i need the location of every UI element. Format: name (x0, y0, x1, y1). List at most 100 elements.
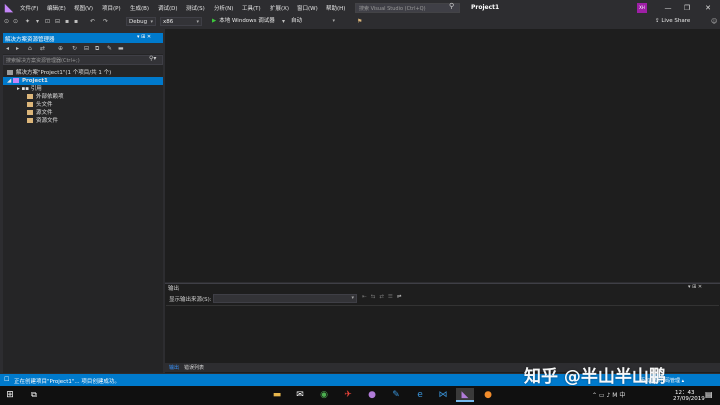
close-button[interactable]: ✕ (701, 3, 715, 13)
solution-platform-value: x86 (163, 19, 174, 25)
menu-debug[interactable]: 调试(D) (158, 4, 178, 12)
source-files-label: 源文件 (36, 110, 53, 116)
go-next-icon[interactable]: ⇄ (379, 294, 388, 300)
solution-configuration-select[interactable]: Debug ▾ (126, 17, 156, 26)
solution-icon (7, 70, 13, 75)
word-wrap-icon[interactable]: ⇌ (397, 294, 406, 300)
file-explorer-icon[interactable]: ▬ (270, 388, 284, 402)
flag-icon[interactable]: ⚑ (357, 17, 362, 27)
open-file-icon[interactable]: ⊟ (55, 17, 60, 27)
back-icon[interactable]: ◂ (6, 44, 9, 54)
menu-view[interactable]: 视图(V) (74, 4, 93, 12)
tab-output[interactable]: 输出 (169, 364, 179, 371)
panel-window-buttons[interactable]: ▾ ⊞ ✕ (137, 34, 151, 40)
tree-item-resource-files[interactable]: 资源文件 (27, 117, 58, 125)
references-label: 引用 (30, 86, 42, 92)
firefox-icon[interactable]: ● (481, 388, 495, 402)
chevron-down-icon[interactable]: ▾ (282, 17, 285, 27)
tab-error-list[interactable]: 错误列表 (184, 364, 204, 371)
project-icon (12, 78, 19, 83)
switch-views-icon[interactable]: ⇄ (40, 44, 45, 54)
undo-icon[interactable]: ↶ (90, 17, 95, 27)
clock-date[interactable]: 27/09/2019 (673, 396, 705, 402)
output-source-label: 显示输出来源(S): (169, 297, 212, 303)
chevron-down-icon: ▾ (332, 18, 335, 24)
editor-area[interactable] (165, 29, 720, 282)
chrome-icon[interactable]: ◉ (317, 388, 331, 402)
tree-item-solution[interactable]: 解决方案"Project1"(1 个项目/共 1 个) (7, 69, 111, 77)
back-icon[interactable]: ⊙ (4, 17, 9, 27)
solution-configuration-value: Debug (129, 19, 148, 25)
task-view-icon[interactable]: ⧉ (27, 388, 41, 402)
folder-icon (27, 102, 33, 107)
search-icon[interactable]: ⚲▾ (149, 55, 156, 62)
output-content[interactable] (166, 305, 719, 363)
maximize-button[interactable]: ❐ (680, 3, 694, 13)
tree-item-source-files[interactable]: 源文件 (27, 109, 53, 117)
tree-item-external-dependencies[interactable]: 外部依赖项 (27, 93, 64, 101)
vscode-icon[interactable]: ⋈ (436, 388, 450, 402)
edge-icon[interactable]: e (413, 388, 427, 402)
clear-all-icon[interactable]: ☰ (388, 294, 397, 300)
github-icon[interactable]: ● (365, 388, 379, 402)
menu-tools[interactable]: 工具(T) (242, 4, 261, 12)
solution-platform-select[interactable]: x86 ▾ (160, 17, 202, 26)
search-icon[interactable]: ⚲ (449, 2, 454, 10)
sync-icon[interactable]: ↻ (72, 44, 77, 54)
home-icon[interactable]: ⌂ (28, 44, 32, 54)
run-mode-select[interactable]: 自动 ▾ (289, 17, 337, 26)
tree-item-project[interactable]: ◢ Project1 (3, 77, 163, 85)
save-all-icon[interactable]: ▪ (74, 17, 78, 27)
watermark: 知乎 @半山半山鹏 (524, 367, 666, 387)
visual-studio-logo-icon: ◣ (4, 1, 14, 14)
new-item-icon[interactable]: ✦ (25, 17, 30, 27)
visual-studio-icon[interactable]: ◣ (456, 388, 474, 402)
live-share-label: Live Share (661, 18, 691, 24)
new-project-icon[interactable]: ⊡ (45, 17, 50, 27)
menu-edit[interactable]: 编辑(E) (47, 4, 66, 12)
panel-window-buttons[interactable]: ▾ ⊞ ✕ (688, 284, 702, 290)
pending-changes-icon[interactable]: ⊕ (58, 44, 63, 54)
start-debugging-button[interactable]: ▶ 本地 Windows 调试器 (212, 17, 275, 26)
redo-icon[interactable]: ↷ (103, 17, 108, 27)
menu-test[interactable]: 测试(S) (186, 4, 205, 12)
save-icon[interactable]: ▪ (65, 17, 69, 27)
folder-icon (27, 118, 33, 123)
play-icon: ▶ (212, 18, 217, 24)
find-message-icon[interactable]: ⇤ (362, 294, 371, 300)
avatar[interactable]: XH (637, 3, 647, 13)
live-share-button[interactable]: ⇪ Live Share (655, 17, 690, 26)
system-tray[interactable]: ⌃ ▭ ♪ M 中 (592, 390, 625, 399)
menu-window[interactable]: 窗口(W) (297, 4, 318, 12)
chevron-down-icon: ▾ (150, 19, 153, 25)
minimize-button[interactable]: — (661, 3, 675, 13)
collapse-all-icon[interactable]: ⊟ (84, 44, 89, 54)
forward-icon[interactable]: ⊙ (13, 17, 18, 27)
feedback-icon[interactable]: ☺ (711, 17, 717, 27)
pin-app-icon[interactable]: ✎ (389, 388, 403, 402)
menu-project[interactable]: 项目(P) (102, 4, 121, 12)
app-icon[interactable]: ✈ (341, 388, 355, 402)
menu-extensions[interactable]: 扩展(X) (270, 4, 289, 12)
mail-icon[interactable]: ✉ (293, 388, 307, 402)
menu-help[interactable]: 帮助(H) (326, 4, 345, 12)
dropdown-icon[interactable]: ▾ (36, 17, 39, 27)
output-source-select[interactable]: ▾ (213, 294, 357, 303)
go-prev-icon[interactable]: ⇆ (371, 294, 380, 300)
solution-search-input[interactable]: 搜索解决方案资源管理器(Ctrl+;) (3, 55, 163, 65)
forward-icon[interactable]: ▸ (16, 44, 19, 54)
resource-files-label: 资源文件 (36, 118, 59, 124)
tree-item-header-files[interactable]: 头文件 (27, 101, 53, 109)
start-menu-icon[interactable]: ⊞ (3, 388, 17, 402)
clock-time[interactable]: 12：43 (675, 388, 695, 396)
tree-item-references[interactable]: ▸ ▪▪ 引用 (17, 85, 42, 93)
preview-icon[interactable]: ▬ (118, 44, 124, 54)
show-all-files-icon[interactable]: ⧉ (95, 44, 99, 54)
menu-analyze[interactable]: 分析(N) (214, 4, 233, 12)
menu-build[interactable]: 生成(B) (130, 4, 149, 12)
properties-icon[interactable]: ✎ (107, 44, 112, 54)
solution-explorer-title: 解决方案资源管理器 (5, 37, 55, 43)
menu-file[interactable]: 文件(F) (20, 4, 38, 12)
quick-search-input[interactable]: 搜索 Visual Studio (Ctrl+Q) (355, 3, 460, 13)
notification-icon[interactable]: ▤ (705, 390, 713, 399)
